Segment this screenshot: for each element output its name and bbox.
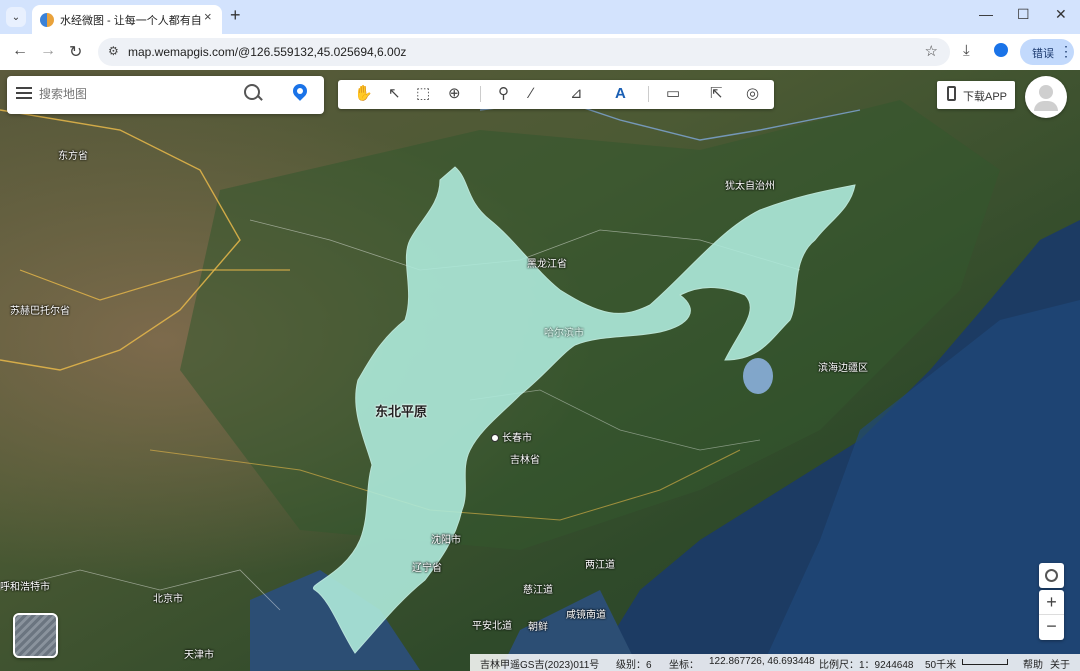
map-label-xianjing: 咸镜南道	[566, 610, 606, 621]
scale-distance-text: 50千米	[925, 660, 957, 671]
map-label-tianjin: 天津市	[184, 650, 214, 661]
phone-icon	[947, 86, 956, 101]
map-label-pyongan: 平安北道	[472, 621, 512, 632]
text-label-icon[interactable]: A	[615, 84, 626, 104]
toolbar-divider	[480, 86, 481, 102]
map-tools-panel: ✋ ↖ ⬚ ⊕ ⚲ ∕ ⊿ A ▭ ⇱ ◎	[338, 80, 774, 109]
zoom-in-button[interactable]: +	[1039, 590, 1064, 615]
browser-toolbar: ← → ↻ ⚙ map.wemapgis.com/@126.559132,45.…	[0, 34, 1080, 70]
marker-pin-icon[interactable]: ⚲	[498, 84, 509, 104]
window-close-button[interactable]: ✕	[1055, 6, 1067, 23]
download-app-label: 下载APP	[963, 91, 1008, 103]
forward-button[interactable]: →	[40, 42, 56, 60]
select-pointer-icon[interactable]: ↖	[388, 84, 401, 104]
map-label-changchun: 长春市	[491, 429, 532, 444]
error-button[interactable]: 错误 ⋮	[1020, 39, 1074, 65]
map-label-huhehaote: 呼和浩特市	[0, 582, 50, 593]
map-label-cizhang: 慈江道	[523, 585, 553, 596]
crosshair-icon	[1045, 569, 1058, 582]
back-button[interactable]: ←	[12, 42, 28, 60]
search-panel	[7, 76, 324, 114]
new-tab-button[interactable]: +	[230, 5, 241, 26]
coords-value: 122.867726, 46.693448	[709, 656, 815, 667]
measure-ruler-icon[interactable]: ▭	[666, 84, 680, 104]
about-link[interactable]: 关于	[1050, 656, 1070, 671]
khanka-lake	[743, 358, 773, 394]
coords-label: 坐标：	[669, 660, 699, 671]
layer-switch-button[interactable]	[13, 613, 58, 658]
site-info-icon[interactable]: ⚙	[108, 44, 119, 58]
hamburger-menu-icon[interactable]	[16, 87, 32, 99]
tab-list-button[interactable]: ⌄	[6, 7, 26, 27]
box-select-icon[interactable]: ⬚	[416, 84, 430, 104]
tab-close-icon[interactable]: ×	[204, 9, 212, 24]
identify-cursor-icon[interactable]: ⇱	[710, 84, 723, 104]
zoom-level-text: 级别：6	[616, 660, 652, 671]
polyline-icon[interactable]: ∕	[530, 84, 533, 104]
zoom-search-icon[interactable]: ⊕	[448, 84, 461, 104]
search-input[interactable]	[37, 86, 241, 102]
tab-title: 水经微图 - 让每一个人都有自己	[60, 15, 202, 27]
url-text[interactable]: map.wemapgis.com/@126.559132,45.025694,6…	[128, 45, 406, 59]
map-label-heilongjiang: 黑龙江省	[527, 259, 567, 270]
satellite-map[interactable]: 东方省 苏赫巴托尔省 黑龙江省 犹太自治州 滨海边疆区 哈尔滨市 长春市 吉林省…	[0, 70, 1080, 671]
user-avatar[interactable]	[1025, 76, 1067, 118]
downloads-icon[interactable]: ⤓	[963, 42, 970, 59]
toolbar-divider	[648, 86, 649, 102]
reload-button[interactable]: ↻	[69, 42, 82, 62]
download-app-button[interactable]: 下载APP	[937, 81, 1015, 109]
map-label-lianggang: 两江道	[585, 560, 615, 571]
city-name: 长春市	[502, 433, 532, 444]
address-bar[interactable]: ⚙ map.wemapgis.com/@126.559132,45.025694…	[98, 38, 950, 66]
map-label-dongfang: 东方省	[58, 151, 88, 162]
help-link[interactable]: 帮助	[1023, 656, 1043, 671]
map-label-chaoxian: 朝鲜	[528, 622, 548, 633]
map-status-bar: 吉林甲遥GS吉(2023)011号 级别：6 坐标： 122.867726, 4…	[470, 654, 1080, 671]
map-label-beijing: 北京市	[153, 594, 183, 605]
map-label-harbin: 哈尔滨市	[544, 328, 584, 339]
browser-tab[interactable]: 水经微图 - 让每一个人都有自己 ×	[32, 5, 222, 34]
window-maximize-button[interactable]: ☐	[1017, 6, 1030, 23]
menu-dots-icon[interactable]: ⋮	[1059, 43, 1073, 60]
globe-icon[interactable]: ◎	[746, 84, 759, 104]
user-body-icon	[1034, 101, 1058, 111]
map-label-youtai: 犹太自治州	[725, 181, 775, 192]
highlight-region-label: 东北平原	[375, 404, 428, 419]
window-minimize-button[interactable]: —	[979, 6, 993, 22]
bookmark-star-icon[interactable]: ☆	[925, 42, 938, 60]
browser-tab-bar: ⌄ 水经微图 - 让每一个人都有自己 × + — ☐ ✕	[0, 0, 1080, 34]
map-label-suhebat: 苏赫巴托尔省	[10, 306, 70, 317]
map-label-liaoning: 辽宁省	[412, 563, 442, 574]
city-dot-icon	[491, 434, 499, 443]
locate-me-button[interactable]	[1039, 563, 1064, 588]
scale-text: 比例尺：1：9244648	[819, 660, 914, 671]
zoom-controls: + −	[1039, 590, 1064, 640]
search-icon[interactable]	[244, 84, 260, 100]
pan-hand-icon[interactable]: ✋	[354, 84, 373, 104]
map-label-binhai: 滨海边疆区	[818, 363, 868, 374]
site-favicon-icon	[40, 13, 54, 27]
polygon-icon[interactable]: ⊿	[570, 84, 583, 104]
zoom-out-button[interactable]: −	[1039, 615, 1064, 640]
copyright-text: 吉林甲遥GS吉(2023)011号	[480, 660, 600, 671]
map-label-jilin: 吉林省	[510, 455, 540, 466]
scale-bar	[962, 659, 1008, 665]
error-label: 错误	[1032, 48, 1054, 60]
profile-icon[interactable]	[994, 43, 1008, 57]
user-head-icon	[1039, 85, 1053, 99]
map-label-shenyang: 沈阳市	[431, 535, 461, 546]
location-pin-icon[interactable]	[290, 81, 310, 101]
